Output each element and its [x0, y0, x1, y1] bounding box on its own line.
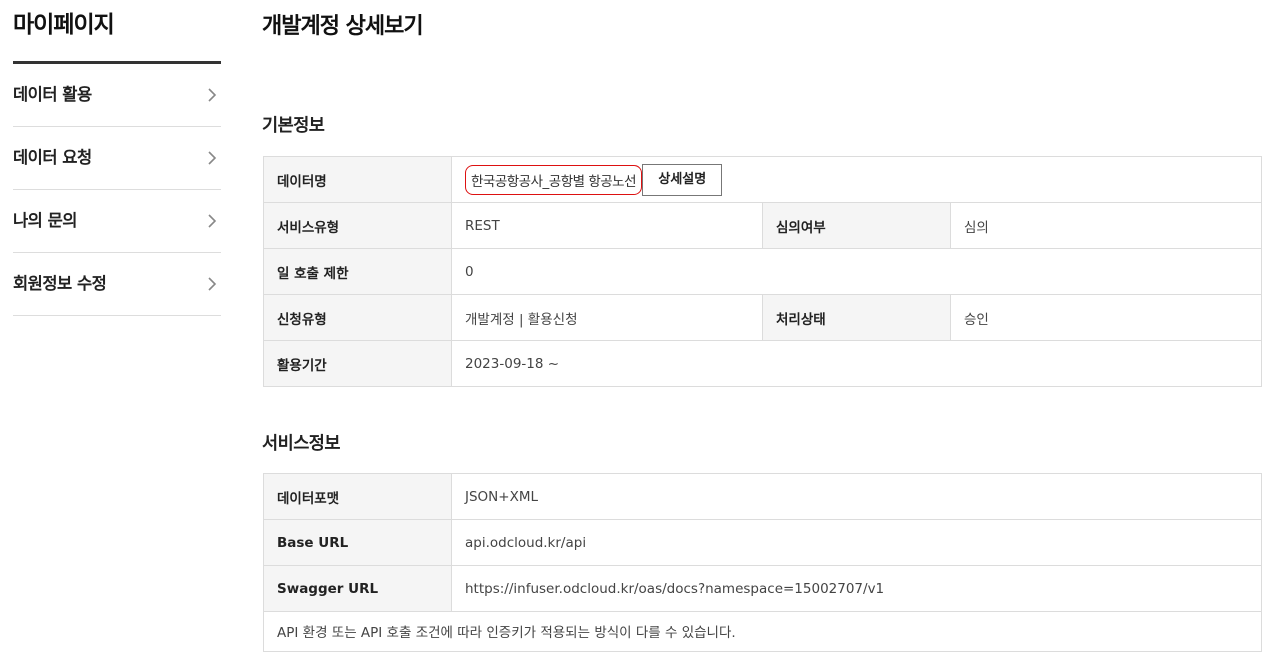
- daily-limit-label: 일 호출 제한: [263, 248, 452, 295]
- sidebar-item-data-usage[interactable]: 데이터 활용: [13, 64, 221, 127]
- auth-note: API 환경 또는 API 호출 조건에 따라 인증키가 적용되는 방식이 다를…: [263, 611, 1262, 652]
- basic-info-table: 데이터명 한국공항공사_공항별 항공노선 상세설명 서비스유형 REST 심의여…: [263, 156, 1263, 387]
- period-label: 활용기간: [263, 340, 452, 387]
- chevron-right-icon: [208, 214, 217, 228]
- data-name-label: 데이터명: [263, 156, 452, 203]
- table-row: 데이터명 한국공항공사_공항별 항공노선 상세설명: [263, 156, 1263, 203]
- sidebar-item-label: 데이터 활용: [13, 85, 92, 104]
- table-row: API 환경 또는 API 호출 조건에 따라 인증키가 적용되는 방식이 다를…: [263, 611, 1262, 652]
- chevron-right-icon: [208, 277, 217, 291]
- apply-type-value: 개발계정 | 활용신청: [451, 294, 763, 341]
- table-row: 일 호출 제한 0: [263, 248, 1263, 295]
- table-row: Base URL api.odcloud.kr/api: [263, 519, 1262, 566]
- service-type-label: 서비스유형: [263, 202, 452, 249]
- chevron-right-icon: [208, 88, 217, 102]
- daily-limit-value: 0: [450, 248, 1263, 295]
- sidebar-item-my-inquiry[interactable]: 나의 문의: [13, 190, 221, 253]
- base-url-value: api.odcloud.kr/api: [451, 519, 1262, 566]
- table-row: 신청유형 개발계정 | 활용신청 처리상태 승인: [263, 294, 1263, 341]
- table-row: 활용기간 2023-09-18 ~: [263, 340, 1263, 387]
- status-value: 승인: [949, 294, 1263, 341]
- data-name-cell: 한국공항공사_공항별 항공노선 상세설명: [450, 156, 1263, 203]
- sidebar-item-data-request[interactable]: 데이터 요청: [13, 127, 221, 190]
- swagger-url-label: Swagger URL: [263, 565, 452, 612]
- sidebar-item-label: 데이터 요청: [13, 148, 92, 167]
- service-type-value: REST: [451, 202, 763, 249]
- data-format-value: JSON+XML: [451, 473, 1262, 520]
- sidebar: 마이페이지 데이터 활용 데이터 요청 나의 문의 회원정보 수정: [13, 0, 221, 316]
- detail-description-button[interactable]: 상세설명: [642, 163, 723, 196]
- apply-type-label: 신청유형: [263, 294, 452, 341]
- service-info-table: 데이터포맷 JSON+XML Base URL api.odcloud.kr/a…: [263, 473, 1262, 652]
- status-label: 처리상태: [762, 294, 951, 341]
- data-format-label: 데이터포맷: [263, 473, 452, 520]
- sidebar-item-label: 나의 문의: [13, 211, 77, 230]
- sidebar-item-label: 회원정보 수정: [13, 274, 107, 293]
- basic-info-title: 기본정보: [262, 116, 325, 136]
- data-name-value: 한국공항공사_공항별 항공노선: [465, 164, 643, 195]
- base-url-label: Base URL: [263, 519, 452, 566]
- swagger-url-value[interactable]: https://infuser.odcloud.kr/oas/docs?name…: [451, 565, 1262, 612]
- review-label: 심의여부: [762, 202, 951, 249]
- page-title: 개발계정 상세보기: [262, 14, 424, 39]
- sidebar-title: 마이페이지: [13, 0, 221, 64]
- period-value: 2023-09-18 ~: [450, 340, 1263, 387]
- chevron-right-icon: [208, 151, 217, 165]
- sidebar-item-edit-profile[interactable]: 회원정보 수정: [13, 253, 221, 316]
- table-row: 데이터포맷 JSON+XML: [263, 473, 1262, 520]
- service-info-title: 서비스정보: [262, 434, 341, 454]
- table-row: 서비스유형 REST 심의여부 심의: [263, 202, 1263, 249]
- table-row: Swagger URL https://infuser.odcloud.kr/o…: [263, 565, 1262, 612]
- review-value: 심의: [949, 202, 1263, 249]
